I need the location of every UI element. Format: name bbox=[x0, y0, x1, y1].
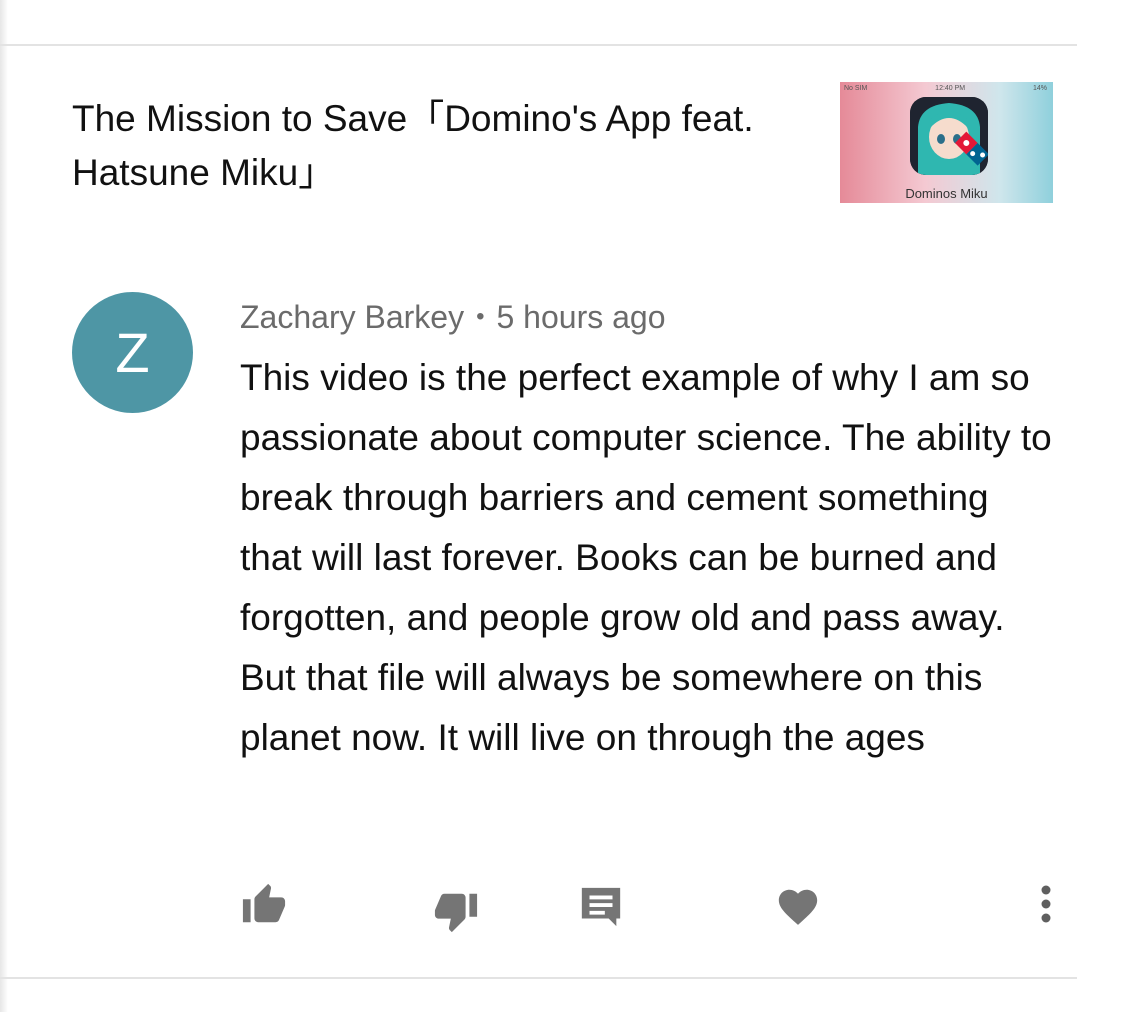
comment-actions bbox=[0, 860, 1124, 950]
comment-time: 5 hours ago bbox=[496, 299, 666, 335]
video-title[interactable]: The Mission to Save「Domino's App feat. H… bbox=[72, 92, 772, 200]
comment-author[interactable]: Zachary Barkey bbox=[240, 299, 464, 335]
miku-app-icon bbox=[910, 97, 988, 175]
thumbnail-battery: 14% bbox=[1032, 85, 1047, 92]
reply-button[interactable] bbox=[578, 884, 624, 930]
thumbnail-status-bar: No SIM 12:40 PM 14% bbox=[844, 85, 1047, 95]
comment-body: Zachary Barkey • 5 hours ago This video is… bbox=[240, 292, 1060, 768]
thumbnail-time: 12:40 PM bbox=[935, 85, 966, 92]
thumbnail-caption: Dominos Miku bbox=[905, 186, 988, 201]
dislike-button[interactable] bbox=[432, 888, 480, 934]
avatar[interactable]: Z bbox=[72, 292, 193, 413]
comment-meta: Zachary Barkey • 5 hours ago bbox=[240, 292, 1060, 342]
heart-button[interactable] bbox=[774, 884, 822, 930]
like-button[interactable] bbox=[240, 882, 288, 928]
thumb-up-icon bbox=[242, 883, 286, 923]
comment-page: The Mission to Save「Domino's App feat. H… bbox=[0, 0, 1124, 1012]
more-vert-icon bbox=[1041, 885, 1051, 923]
bottom-divider bbox=[0, 977, 1077, 979]
reply-icon bbox=[581, 887, 621, 927]
top-divider bbox=[0, 44, 1077, 46]
comment-text: This video is the perfect example of why… bbox=[240, 357, 1052, 758]
thumbnail-carrier: No SIM bbox=[844, 85, 868, 92]
video-thumbnail[interactable]: No SIM 12:40 PM 14% Dominos Miku bbox=[840, 82, 1053, 203]
thumb-down-icon bbox=[434, 893, 478, 933]
app-icon bbox=[910, 97, 988, 175]
meta-separator: • bbox=[476, 303, 485, 330]
more-options-button[interactable] bbox=[1036, 884, 1056, 928]
video-header[interactable]: The Mission to Save「Domino's App feat. H… bbox=[72, 92, 832, 212]
heart-icon bbox=[778, 889, 818, 925]
